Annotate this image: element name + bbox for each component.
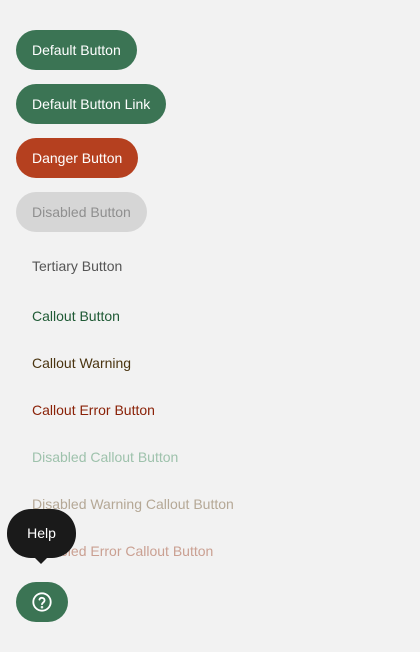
help-tooltip-arrow	[34, 557, 48, 564]
default-button-link[interactable]: Default Button Link	[16, 84, 167, 124]
callout-button[interactable]: Callout Button	[32, 306, 120, 326]
default-button[interactable]: Default Button	[16, 30, 137, 70]
disabled-callout-button: Disabled Callout Button	[32, 449, 179, 465]
help-button[interactable]	[16, 582, 68, 622]
callout-warning-button[interactable]: Callout Warning	[32, 353, 131, 373]
danger-button[interactable]: Danger Button	[16, 138, 139, 178]
help-tooltip: Help	[7, 509, 76, 558]
disabled-button: Disabled Button	[16, 192, 147, 232]
callout-error-button[interactable]: Callout Error Button	[32, 400, 155, 420]
tertiary-button[interactable]: Tertiary Button	[32, 256, 122, 276]
question-circle-icon	[31, 591, 53, 613]
